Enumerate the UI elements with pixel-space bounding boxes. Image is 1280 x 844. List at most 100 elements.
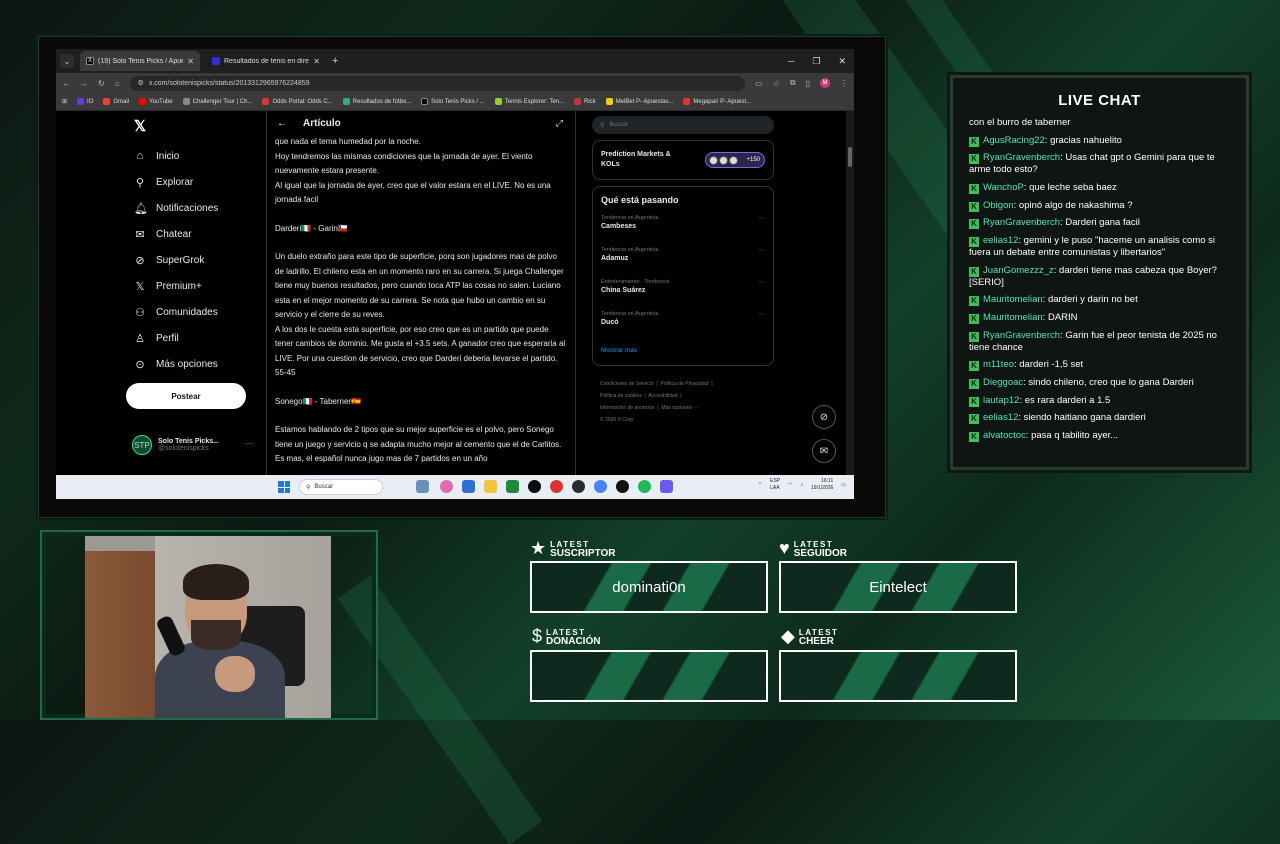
bookmark-star-icon[interactable]: ☆ [773, 79, 780, 88]
nav-item-inicio[interactable]: ⌂ Inicio [126, 143, 256, 169]
bookmark-item[interactable]: IO [77, 98, 93, 105]
bookmark-item[interactable]: Gmail [103, 98, 129, 105]
chat-username[interactable]: RyanGravenberch [983, 217, 1060, 228]
nav-item-notificaciones[interactable]: 🔔︎ Notificaciones [126, 195, 256, 221]
trend-item[interactable]: Tendencia en Argentina Adamuz ··· [601, 247, 765, 279]
chat-username[interactable]: alvatoctoc [983, 430, 1026, 441]
footer-link[interactable]: Accesibilidad [648, 393, 677, 399]
close-icon[interactable]: ✕ [313, 57, 320, 66]
trend-item[interactable]: Tendencia en Argentina Ducó ··· [601, 311, 765, 343]
scrollbar[interactable] [846, 111, 854, 475]
nav-item-mas-opciones[interactable]: ⊙ Más opciones [126, 351, 256, 377]
taskbar-search[interactable]: ⚲ Buscar [299, 479, 383, 495]
chat-username[interactable]: JuanGomezzz_z [983, 265, 1054, 276]
cast-icon[interactable]: ▭ [755, 79, 763, 88]
obs-icon[interactable] [550, 480, 563, 493]
url-field[interactable]: ⚙ x.com/solotenispicks/status/2013312965… [129, 75, 746, 91]
sidebar-icon[interactable]: ▯ [806, 79, 810, 88]
widgets-icon[interactable] [416, 480, 429, 493]
close-window-button[interactable]: ✕ [838, 56, 846, 67]
more-icon[interactable]: ··· [245, 439, 253, 448]
chat-username[interactable]: WanchoP [983, 182, 1024, 193]
bookmark-item[interactable]: Resultados de fútbo... [342, 98, 411, 105]
post-button[interactable]: Postear [126, 383, 246, 409]
bookmark-item[interactable]: MelBet P- Apuestas... [605, 98, 673, 105]
chat-username[interactable]: eelias12 [983, 235, 1018, 246]
bookmark-item[interactable]: Rick [574, 98, 596, 105]
start-icon[interactable] [278, 481, 290, 493]
nav-item-supergrok[interactable]: ⊘ SuperGrok [126, 247, 256, 273]
bookmark-item[interactable]: Solo Tenis Picks / ... [421, 98, 485, 105]
chat-username[interactable]: Obigon [983, 200, 1014, 211]
footer-link[interactable]: Condiciones de Servicio [600, 381, 654, 387]
chat-username[interactable]: lautap12 [983, 395, 1019, 406]
trend-item[interactable]: Entretenimiento · Tendencia China Suárez… [601, 279, 765, 311]
x-logo-icon[interactable]: 𝕏 [134, 117, 256, 135]
tab-resultados[interactable]: Resultados de tenis en directo | ✕ [206, 51, 326, 71]
chevron-up-icon[interactable]: ⌃ [758, 482, 762, 489]
nav-item-perfil[interactable]: ♙ Perfil [126, 325, 256, 351]
bookmark-item[interactable]: Tennis Explorer: Ten... [494, 98, 564, 105]
footer-link[interactable]: Información de anuncios [600, 405, 654, 411]
maximize-button[interactable]: ❐ [812, 56, 820, 67]
store-icon[interactable] [462, 480, 475, 493]
bookmark-item[interactable]: YouTube [139, 98, 173, 105]
extensions-icon[interactable]: ⧉ [790, 78, 796, 88]
more-icon[interactable]: ··· [758, 279, 765, 286]
more-icon[interactable]: ··· [758, 247, 765, 254]
tiktok-icon[interactable] [528, 480, 541, 493]
copilot-icon[interactable] [440, 480, 453, 493]
clock[interactable]: 16:11 19/1/2026 [811, 478, 833, 492]
minimize-button[interactable]: ─ [788, 56, 794, 67]
new-tab-button[interactable]: + [332, 55, 338, 67]
expand-icon[interactable]: ⤢ [556, 118, 563, 129]
chrome-icon[interactable] [594, 480, 607, 493]
grok-icon[interactable]: ⊘ [812, 405, 836, 429]
tab-search-button[interactable]: ⌄ [60, 54, 74, 68]
back-icon[interactable]: ← [62, 79, 70, 88]
notifications-icon[interactable]: ▭ [841, 482, 846, 489]
bookmark-item[interactable]: Megapari P- Apuest... [683, 98, 751, 105]
home-icon[interactable]: ⌂ [115, 79, 120, 88]
messages-icon[interactable]: ✉ [812, 439, 836, 463]
nav-item-premium[interactable]: 𝕏 Premium+ [126, 273, 256, 299]
footer-link[interactable]: Política de Privacidad [661, 381, 709, 387]
trend-item[interactable]: Tendencia en Argentina Cambeses ··· [601, 215, 765, 247]
close-icon[interactable]: ✕ [187, 57, 194, 66]
forward-icon[interactable]: → [80, 79, 88, 88]
chat-username[interactable]: RyanGravenberch [983, 152, 1060, 163]
bookmark-item[interactable]: Challenger Tour | Ch... [182, 98, 252, 105]
avatars-pill[interactable]: +150 [705, 152, 765, 168]
nav-item-chatear[interactable]: ✉ Chatear [126, 221, 256, 247]
show-more-link[interactable]: Mostrar más [601, 347, 765, 354]
tab-solo-tenis[interactable]: X (19) Solo Tenis Picks / Apues... ✕ [80, 51, 200, 71]
account-switcher[interactable]: STP Solo Tenis Picks... @solotenispicks … [132, 435, 253, 455]
search-input[interactable]: ⚲ Buscar [592, 116, 774, 134]
chat-username[interactable]: eelias12 [983, 412, 1018, 423]
avatar[interactable]: M [820, 78, 830, 88]
back-arrow-icon[interactable]: ← [277, 118, 287, 129]
volume-icon[interactable]: ♪ [801, 482, 804, 489]
footer-link[interactable]: Más opciones ··· [661, 405, 698, 411]
spotify-icon[interactable] [638, 480, 651, 493]
chat-username[interactable]: m11teo [983, 359, 1014, 370]
discord-icon[interactable] [660, 480, 673, 493]
chat-username[interactable]: AgusRacing22 [983, 135, 1045, 146]
sheet-icon[interactable] [506, 480, 519, 493]
more-icon[interactable]: ··· [758, 215, 765, 222]
chat-username[interactable]: Mauritomelian [983, 294, 1043, 305]
bookmark-item[interactable]: Odds Portal: Odds C... [262, 98, 333, 105]
wifi-icon[interactable]: ◠ [788, 482, 792, 489]
lang-indicator[interactable]: ESP LAA [770, 478, 780, 492]
chat-username[interactable]: Dieggoac [983, 377, 1023, 388]
nav-item-comunidades[interactable]: ⚇ Comunidades [126, 299, 256, 325]
site-info-icon[interactable]: ⚙ [138, 79, 144, 87]
prediction-markets-card[interactable]: Prediction Markets & KOLs +150 [592, 140, 774, 180]
nav-item-explorar[interactable]: ⚲ Explorar [126, 169, 256, 195]
footer-link[interactable]: Política de cookies [600, 393, 642, 399]
app-icon[interactable] [572, 480, 585, 493]
apps-icon[interactable]: ⊞ [62, 98, 67, 105]
menu-icon[interactable]: ⋮ [840, 79, 848, 88]
app-icon[interactable] [616, 480, 629, 493]
reload-icon[interactable]: ↻ [98, 79, 105, 88]
